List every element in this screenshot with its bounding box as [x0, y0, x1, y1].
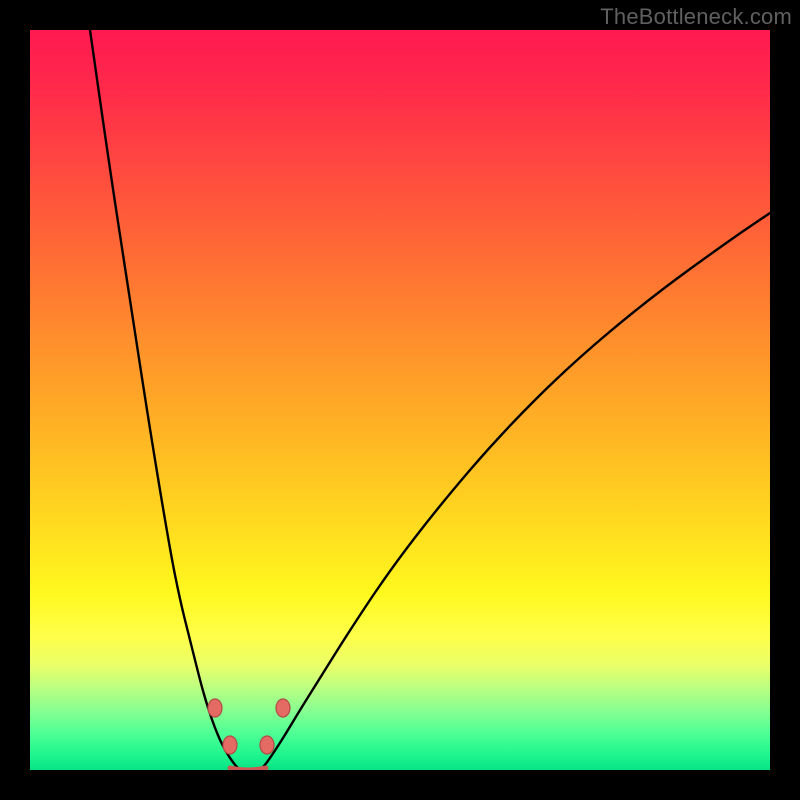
minimum-left-outer-dot	[208, 699, 222, 717]
curve-left-branch	[90, 30, 240, 770]
minimum-left-inner-dot	[223, 736, 237, 754]
watermark-text: TheBottleneck.com	[600, 4, 792, 30]
plot-frame	[30, 30, 770, 770]
minimum-right-inner-dot	[260, 736, 274, 754]
minimum-right-outer-dot	[276, 699, 290, 717]
bottleneck-curve	[30, 30, 770, 770]
curve-right-branch	[260, 213, 770, 770]
curve-valley-floor	[230, 768, 266, 770]
